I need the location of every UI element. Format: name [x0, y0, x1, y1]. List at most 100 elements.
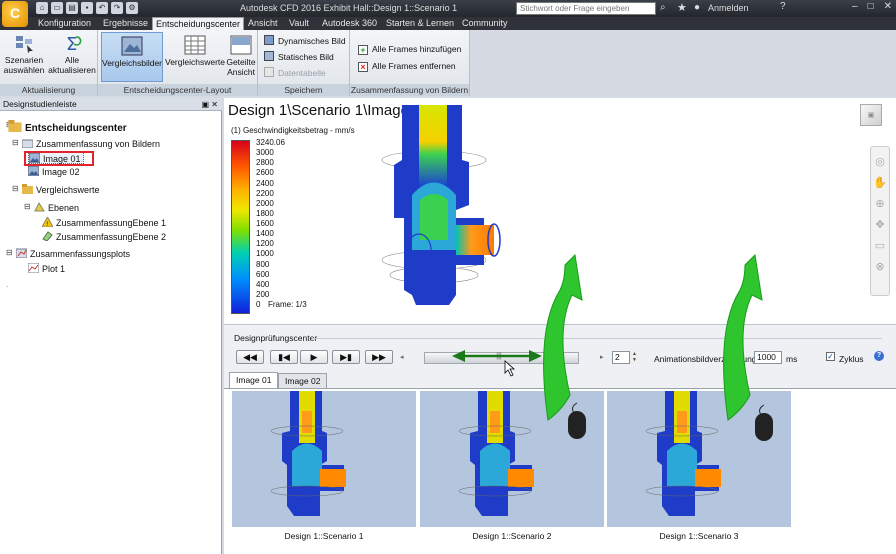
- plots-folder-icon: [16, 248, 27, 258]
- ribbon-group-layout-label: Entscheidungscenter-Layout: [98, 84, 257, 96]
- favorites-star-icon[interactable]: ★: [677, 1, 687, 14]
- slider-right-arrow[interactable]: ▸: [600, 353, 604, 361]
- tab-image-02[interactable]: Image 02: [278, 373, 328, 388]
- legend-tick-label: 200: [256, 289, 270, 299]
- warning-icon: !: [42, 217, 53, 227]
- tree-collapse-icon[interactable]: ⊟: [6, 248, 13, 257]
- tree-collapse-icon[interactable]: ⊟: [24, 202, 31, 211]
- save-icon[interactable]: ▪: [81, 2, 93, 14]
- tree-plot-1[interactable]: Plot 1: [28, 263, 65, 275]
- compare-images-label: Vergleichsbilder: [102, 58, 163, 68]
- folder-icon: [8, 120, 22, 132]
- center-icon[interactable]: ⊗: [871, 260, 889, 273]
- tree-plane-1[interactable]: ! ZusammenfassungEbene 1: [42, 217, 166, 229]
- tab-konfiguration[interactable]: Konfiguration: [38, 17, 91, 30]
- tree-compare-values[interactable]: Vergleichswerte: [22, 184, 100, 196]
- legend-tick-label: 2200: [256, 188, 274, 198]
- tree-summary-plots[interactable]: Zusammenfassungsplots: [16, 248, 130, 260]
- tree-planes[interactable]: Ebenen: [34, 202, 79, 214]
- dock-icon[interactable]: ▣: [202, 100, 210, 109]
- tab-ansicht[interactable]: Ansicht: [248, 17, 278, 30]
- window-title: Autodesk CFD 2016 Exhibit Hall::Design 1…: [240, 3, 458, 13]
- step-back-button[interactable]: ▮◀: [270, 350, 298, 364]
- cfd-model-render[interactable]: [374, 100, 524, 310]
- frame-spinner[interactable]: ▲ ▼: [629, 351, 639, 364]
- play-button[interactable]: ▶: [300, 350, 328, 364]
- ribbon-group-save: Dynamisches Bild Statisches Bild Datenta…: [258, 30, 350, 96]
- close-icon[interactable]: ✕: [884, 1, 892, 12]
- tree-plane-2[interactable]: ZusammenfassungEbene 2: [42, 231, 166, 243]
- tab-ergebnisse[interactable]: Ergebnisse: [103, 17, 148, 30]
- rewind-button[interactable]: ◀◀: [236, 350, 264, 364]
- fast-forward-button[interactable]: ▶▶: [365, 350, 393, 364]
- tab-community[interactable]: Community: [462, 17, 508, 30]
- undo-icon[interactable]: ↶: [96, 2, 108, 14]
- select-scenarios-button[interactable]: Szenarien auswählen: [2, 33, 46, 75]
- mouse-icon: [755, 404, 773, 441]
- thumbnail-scenario-2[interactable]: [420, 391, 604, 527]
- legend-tick-label: 400: [256, 279, 270, 289]
- redo-icon[interactable]: ↷: [111, 2, 123, 14]
- search-icon[interactable]: ⌕: [660, 2, 666, 13]
- add-all-frames-button[interactable]: + Alle Frames hinzufügen: [358, 42, 461, 56]
- look-icon[interactable]: ▭: [871, 239, 889, 252]
- pan-hand-icon[interactable]: ✋: [871, 176, 889, 189]
- new-icon[interactable]: ▭: [51, 2, 63, 14]
- tree-collapse-icon[interactable]: ⊟: [12, 138, 19, 147]
- minimize-icon[interactable]: –: [852, 1, 858, 12]
- settings-icon[interactable]: ⚙: [126, 2, 138, 14]
- maximize-icon[interactable]: □: [868, 1, 874, 12]
- legend-title: (1) Geschwindigkeitsbetrag - mm/s: [231, 126, 355, 135]
- static-image-button[interactable]: Statisches Bild: [264, 50, 334, 64]
- ribbon-group-update: Szenarien auswählen Σ Alle aktualisieren…: [0, 30, 98, 96]
- tree-collapse-icon[interactable]: ⊟: [12, 184, 19, 193]
- search-input[interactable]: Stichwort oder Frage eingeben: [516, 2, 656, 15]
- step-forward-button[interactable]: ▶▮: [332, 350, 360, 364]
- update-all-button[interactable]: Σ Alle aktualisieren: [48, 33, 96, 75]
- tree-decision-center[interactable]: Entscheidungscenter: [8, 120, 127, 134]
- tab-entscheidungscenter[interactable]: Entscheidungscenter: [152, 17, 245, 30]
- home-icon[interactable]: ⌂: [36, 2, 48, 14]
- navigation-bar: ◎ ✋ ⊕ ✥ ▭ ⊗: [870, 146, 890, 296]
- view-cube[interactable]: ▣: [860, 104, 882, 126]
- svg-text:Σ: Σ: [66, 34, 77, 53]
- tree-image-02[interactable]: Image 02: [28, 166, 80, 178]
- thumbnail-scenario-1[interactable]: [232, 391, 416, 527]
- dynamic-image-icon: [264, 35, 274, 45]
- tab-vault[interactable]: Vault: [289, 17, 309, 30]
- remove-all-frames-label: Alle Frames entfernen: [372, 61, 456, 71]
- graphics-view[interactable]: Design 1\Scenario 1\Image 01 (1) Geschwi…: [224, 98, 896, 324]
- data-table-button[interactable]: Datentabelle: [264, 66, 326, 80]
- orbit-icon[interactable]: ✥: [871, 218, 889, 231]
- signin-button[interactable]: Anmelden: [708, 3, 749, 13]
- thumbnail-scenario-3[interactable]: [607, 391, 791, 527]
- info-icon[interactable]: ?: [874, 351, 884, 361]
- steering-wheel-icon[interactable]: ◎: [871, 155, 889, 168]
- cycle-checkbox[interactable]: ✓: [826, 352, 835, 361]
- tab-autodesk-360[interactable]: Autodesk 360: [322, 17, 377, 30]
- sigma-icon: Σ: [66, 34, 82, 53]
- animation-delay-input[interactable]: 1000: [754, 351, 782, 364]
- help-icon[interactable]: ?: [780, 1, 786, 12]
- ribbon: Szenarien auswählen Σ Alle aktualisieren…: [0, 30, 470, 96]
- cfd-thumbnail-render: [270, 391, 346, 516]
- panel-close-icon[interactable]: ✕: [211, 100, 218, 109]
- frame-slider-thumb[interactable]: |||: [492, 352, 506, 364]
- compare-values-button[interactable]: Vergleichswerte: [165, 35, 225, 67]
- compare-images-button[interactable]: Vergleichsbilder: [101, 32, 163, 82]
- open-icon[interactable]: ▤: [66, 2, 78, 14]
- dynamic-image-button[interactable]: Dynamisches Bild: [264, 34, 346, 48]
- title-bar: ⌂ ▭ ▤ ▪ ↶ ↷ ⚙ Autodesk CFD 2016 Exhibit …: [0, 0, 896, 17]
- slider-left-arrow[interactable]: ◂: [400, 353, 404, 361]
- split-view-button[interactable]: Geteilte Ansicht: [226, 35, 256, 77]
- remove-all-frames-button[interactable]: × Alle Frames entfernen: [358, 59, 456, 73]
- tab-starten-lernen[interactable]: Starten & Lernen: [386, 17, 454, 30]
- tab-image-01[interactable]: Image 01: [229, 372, 279, 388]
- zoom-icon[interactable]: ⊕: [871, 197, 889, 210]
- remove-frames-icon: ×: [358, 62, 368, 72]
- tree-images-summary[interactable]: Zusammenfassung von Bildern: [22, 138, 160, 150]
- tree-ellipsis: .: [6, 279, 9, 289]
- app-logo[interactable]: C: [2, 1, 28, 27]
- quick-access-toolbar: ⌂ ▭ ▤ ▪ ↶ ↷ ⚙: [36, 2, 138, 14]
- selection-highlight-box: [24, 151, 94, 166]
